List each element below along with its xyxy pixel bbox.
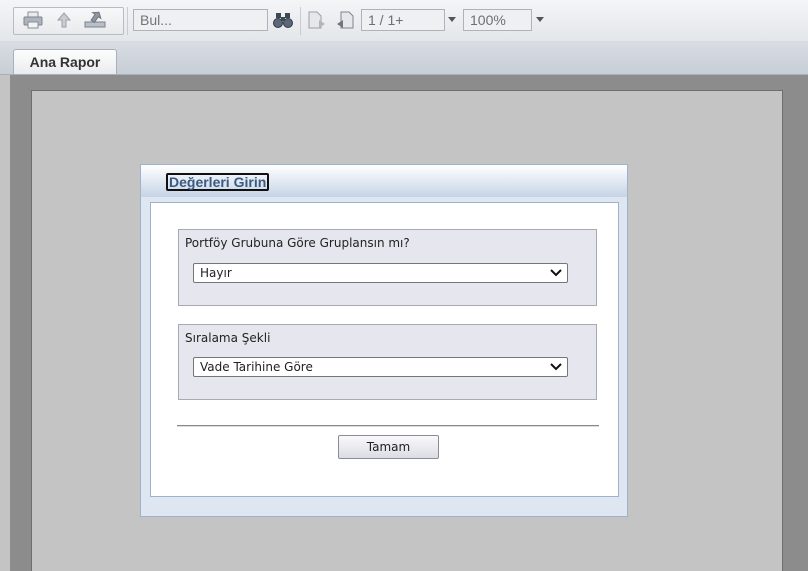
dialog-divider [177, 425, 599, 427]
toolbar-separator [127, 7, 128, 35]
page-dropdown-icon[interactable] [448, 17, 456, 22]
toolbar-separator [300, 7, 301, 35]
print-icon[interactable] [22, 9, 44, 31]
dialog-header: Değerleri Girin [141, 165, 627, 197]
zoom-field[interactable]: 100% [463, 9, 532, 31]
zoom-dropdown-icon[interactable] [536, 17, 544, 22]
ok-button[interactable]: Tamam [338, 435, 439, 459]
page-indicator[interactable]: 1 / 1+ [361, 9, 445, 31]
parameter-dialog: Değerleri Girin Portföy Grubuna Göre Gru… [140, 164, 628, 517]
select-value: Hayır [200, 266, 232, 280]
dialog-title: Değerleri Girin [166, 173, 270, 191]
send-icon[interactable] [84, 9, 106, 31]
param-group-portfolio: Portföy Grubuna Göre Gruplansın mı? Hayı… [178, 229, 597, 306]
previous-page-icon[interactable] [306, 9, 328, 31]
export-icon[interactable] [53, 9, 75, 31]
report-toolbar: 1 / 1+ 100% [0, 0, 808, 42]
param-group-sort: Sıralama Şekli Vade Tarihine Göre [178, 324, 597, 400]
find-binoculars-icon[interactable] [272, 9, 294, 31]
portfolio-group-select[interactable]: Hayır [193, 263, 568, 283]
tab-bar: Ana Rapor [0, 41, 808, 75]
next-page-icon[interactable] [334, 9, 356, 31]
chevron-down-icon [550, 363, 562, 371]
dialog-body: Portföy Grubuna Göre Gruplansın mı? Hayı… [150, 202, 619, 497]
select-value: Vade Tarihine Göre [200, 360, 313, 374]
tab-ana-rapor[interactable]: Ana Rapor [13, 49, 117, 74]
param-label: Sıralama Şekli [185, 331, 271, 345]
search-input[interactable] [133, 9, 268, 31]
sort-order-select[interactable]: Vade Tarihine Göre [193, 357, 568, 377]
param-label: Portföy Grubuna Göre Gruplansın mı? [185, 236, 410, 250]
chevron-down-icon [550, 269, 562, 277]
